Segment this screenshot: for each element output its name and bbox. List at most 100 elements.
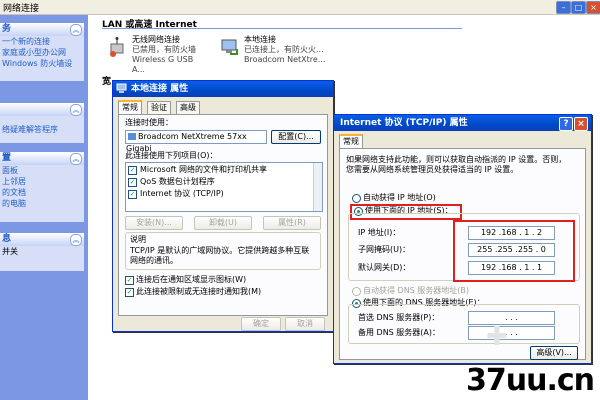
show-icon-label: 连接后在通知区域显示图标(W) bbox=[136, 275, 247, 284]
sidebar-item: 并关 bbox=[2, 247, 18, 256]
gateway-label: 默认网关(D)： bbox=[358, 263, 411, 272]
minimize-icon[interactable]: – bbox=[556, 1, 571, 14]
maximize-icon[interactable]: □ bbox=[571, 1, 586, 14]
sidebar-panel-tasks: 务 ︽ 一个新的连接 家庭或小型办公网 Windows 防火墙设 bbox=[0, 23, 84, 81]
connect-using-label: 连接时使用： bbox=[125, 118, 173, 127]
sidebar-item[interactable]: 的文档 bbox=[0, 187, 84, 198]
description-label: 说明 bbox=[130, 235, 146, 244]
description-group: 说明 TCP/IP 是默认的广域网协议。它提供跨越多种互联网络的通讯。 bbox=[125, 232, 321, 270]
subnet-mask-input[interactable]: 255 .255 .255 . 0 bbox=[468, 243, 555, 257]
alternate-dns-label: 备用 DNS 服务器(A)： bbox=[358, 328, 441, 337]
watermark: 37uu.cn bbox=[466, 363, 595, 398]
tab-general[interactable]: 常规 bbox=[118, 100, 142, 114]
notify-label: 此连接被限制或无连接时通知我(M) bbox=[136, 287, 262, 296]
tab-panel-general: 连接时使用： Broadcom NetXtreme 57xx Gigabi 配置… bbox=[118, 114, 328, 316]
auto-dns-option[interactable]: 自动获得 DNS 服务器地址(B) bbox=[352, 286, 522, 296]
connection-local[interactable]: 本地连接 已连接上，有防火火... Broadcom NetXtre... bbox=[220, 35, 350, 71]
item-label: Internet 协议 (TCP/IP) bbox=[140, 189, 224, 198]
wireless-network-icon bbox=[110, 37, 124, 57]
watermark-faint-glyph: ✚ bbox=[486, 322, 508, 352]
radio-button-disabled[interactable] bbox=[352, 287, 361, 296]
checkbox-checked[interactable]: ✓ bbox=[128, 166, 137, 175]
collapse-icon[interactable]: ︽ bbox=[70, 234, 82, 246]
preferred-dns-input[interactable]: . . . bbox=[468, 311, 555, 325]
collapse-icon[interactable]: ︽ bbox=[70, 104, 82, 116]
window-title: 网络连接 bbox=[3, 4, 40, 14]
connection-status: 已禁用，有防火墙 bbox=[132, 45, 196, 54]
connection-device: Wireless G USB A... bbox=[132, 55, 194, 74]
sidebar-item[interactable]: 一个新的连接 bbox=[0, 36, 84, 47]
cancel-button[interactable]: 取消 bbox=[285, 317, 325, 331]
local-connection-properties-dialog: 本地连接 属性 常规 验证 高级 连接时使用： Broadcom NetXtre… bbox=[112, 80, 334, 332]
ip-label: IP 地址(I)： bbox=[358, 228, 401, 237]
connection-status: 已连接上，有防火火... bbox=[244, 45, 324, 54]
task-sidebar: 务 ︽ 一个新的连接 家庭或小型办公网 Windows 防火墙设 ︽ 络疑难解答… bbox=[0, 15, 88, 400]
dialog-titlebar[interactable]: 本地连接 属性 bbox=[113, 81, 333, 97]
tab-authentication[interactable]: 验证 bbox=[147, 101, 171, 114]
list-scrollbar[interactable] bbox=[313, 163, 322, 211]
sidebar-item[interactable]: 面板 bbox=[0, 165, 84, 176]
collapse-icon[interactable]: ︽ bbox=[70, 24, 82, 36]
radio-button[interactable] bbox=[352, 194, 361, 203]
items-label: 此连接使用下列项目(O)： bbox=[125, 151, 218, 160]
adapter-name: Broadcom NetXtreme 57xx Gigabi bbox=[126, 132, 247, 153]
alternate-dns-input[interactable]: . . . bbox=[468, 326, 555, 340]
mask-label: 子网掩码(U)： bbox=[358, 245, 411, 254]
sidebar-item[interactable]: 的电脑 bbox=[0, 198, 84, 209]
connection-name: 本地连接 bbox=[244, 35, 276, 44]
list-item[interactable]: ✓ Internet 协议 (TCP/IP) bbox=[128, 189, 308, 200]
explorer-titlebar: 网络连接 – □ × bbox=[0, 0, 600, 15]
checkbox-checked[interactable]: ✓ bbox=[125, 288, 134, 297]
uninstall-button[interactable]: 卸载(U) bbox=[194, 216, 252, 230]
intro-line: 如果网络支持此功能，则可以获取自动指派的 IP 设置。否则， bbox=[346, 155, 567, 164]
intro-line: 您需要从网络系统管理员处获得适当的 IP 设置。 bbox=[346, 165, 519, 174]
advanced-button[interactable]: 高级(V)... bbox=[530, 346, 578, 360]
items-list: ✓ Microsoft 网络的文件和打印机共享 ✓ QoS 数据包计划程序 ✓ … bbox=[125, 162, 323, 212]
tab-general[interactable]: 常规 bbox=[339, 134, 363, 148]
sidebar-item[interactable]: 上邻居 bbox=[0, 176, 84, 187]
notify-option[interactable]: ✓ 此连接被限制或无连接时通知我(M) bbox=[125, 287, 315, 297]
item-label: Microsoft 网络的文件和打印机共享 bbox=[140, 165, 267, 174]
configure-button[interactable]: 配置(C)... bbox=[271, 130, 321, 144]
sidebar-panel-see-also: ︽ 络疑难解答程序 bbox=[0, 103, 84, 143]
tab-advanced[interactable]: 高级 bbox=[176, 101, 200, 114]
list-item[interactable]: ✓ Microsoft 网络的文件和打印机共享 bbox=[128, 165, 308, 176]
checkbox-checked[interactable]: ✓ bbox=[128, 190, 137, 199]
tab-panel-general: 如果网络支持此功能，则可以获取自动指派的 IP 设置。否则， 您需要从网络系统管… bbox=[339, 148, 586, 360]
item-label: QoS 数据包计划程序 bbox=[140, 177, 215, 186]
help-icon[interactable]: ? bbox=[559, 117, 573, 131]
preferred-dns-label: 首选 DNS 服务器(P)： bbox=[358, 313, 440, 322]
list-item[interactable]: ✓ QoS 数据包计划程序 bbox=[128, 177, 308, 188]
auto-dns-label: 自动获得 DNS 服务器地址(B) bbox=[363, 286, 470, 295]
collapse-icon[interactable]: ︽ bbox=[70, 153, 82, 165]
connection-wireless[interactable]: 无线网络连接 已禁用，有防火墙 Wireless G USB A... bbox=[108, 35, 208, 74]
network-icon bbox=[116, 83, 127, 93]
dialog-titlebar[interactable]: Internet 协议 (TCP/IP) 属性 ? × bbox=[334, 115, 591, 131]
default-gateway-input[interactable]: 192 .168 . 1 . 1 bbox=[468, 261, 555, 275]
dialog-title: Internet 协议 (TCP/IP) 属性 bbox=[340, 118, 468, 128]
auto-ip-option[interactable]: 自动获得 IP 地址(O) bbox=[352, 193, 502, 203]
description-text: TCP/IP 是默认的广域网协议。它提供跨越多种互联网络的通讯。 bbox=[130, 246, 310, 265]
dialog-title: 本地连接 属性 bbox=[131, 84, 189, 94]
close-icon[interactable]: × bbox=[574, 117, 588, 131]
checkbox-checked[interactable]: ✓ bbox=[125, 276, 134, 285]
adapter-field: Broadcom NetXtreme 57xx Gigabi bbox=[125, 130, 267, 153]
sidebar-item[interactable]: 家庭或小型办公网 bbox=[0, 47, 84, 58]
ip-address-input[interactable]: 192 .168 . 1 . 2 bbox=[468, 226, 555, 240]
connection-device: Broadcom NetXtre... bbox=[244, 55, 326, 64]
wired-network-icon bbox=[221, 39, 238, 55]
sidebar-panel-other-places: 置 ︽ 面板 上邻居 的文档 的电脑 bbox=[0, 152, 84, 222]
sidebar-item[interactable]: Windows 防火墙设 bbox=[0, 58, 84, 69]
section-divider bbox=[102, 28, 462, 29]
sidebar-item[interactable]: 络疑难解答程序 bbox=[0, 124, 84, 135]
checkbox-checked[interactable]: ✓ bbox=[128, 178, 137, 187]
tcpip-properties-dialog: Internet 协议 (TCP/IP) 属性 ? × 常规 如果网络支持此功能… bbox=[333, 114, 592, 364]
adapter-icon bbox=[128, 133, 136, 140]
ok-button[interactable]: 确定 bbox=[241, 317, 281, 331]
install-button[interactable]: 安装(N)... bbox=[125, 216, 183, 230]
close-icon[interactable]: × bbox=[586, 1, 600, 14]
auto-ip-label: 自动获得 IP 地址(O) bbox=[363, 193, 436, 202]
sidebar-panel-details: 息 ︽ 并关 bbox=[0, 233, 84, 271]
properties-button[interactable]: 属性(R) bbox=[263, 216, 321, 230]
show-icon-option[interactable]: ✓ 连接后在通知区域显示图标(W) bbox=[125, 275, 315, 285]
